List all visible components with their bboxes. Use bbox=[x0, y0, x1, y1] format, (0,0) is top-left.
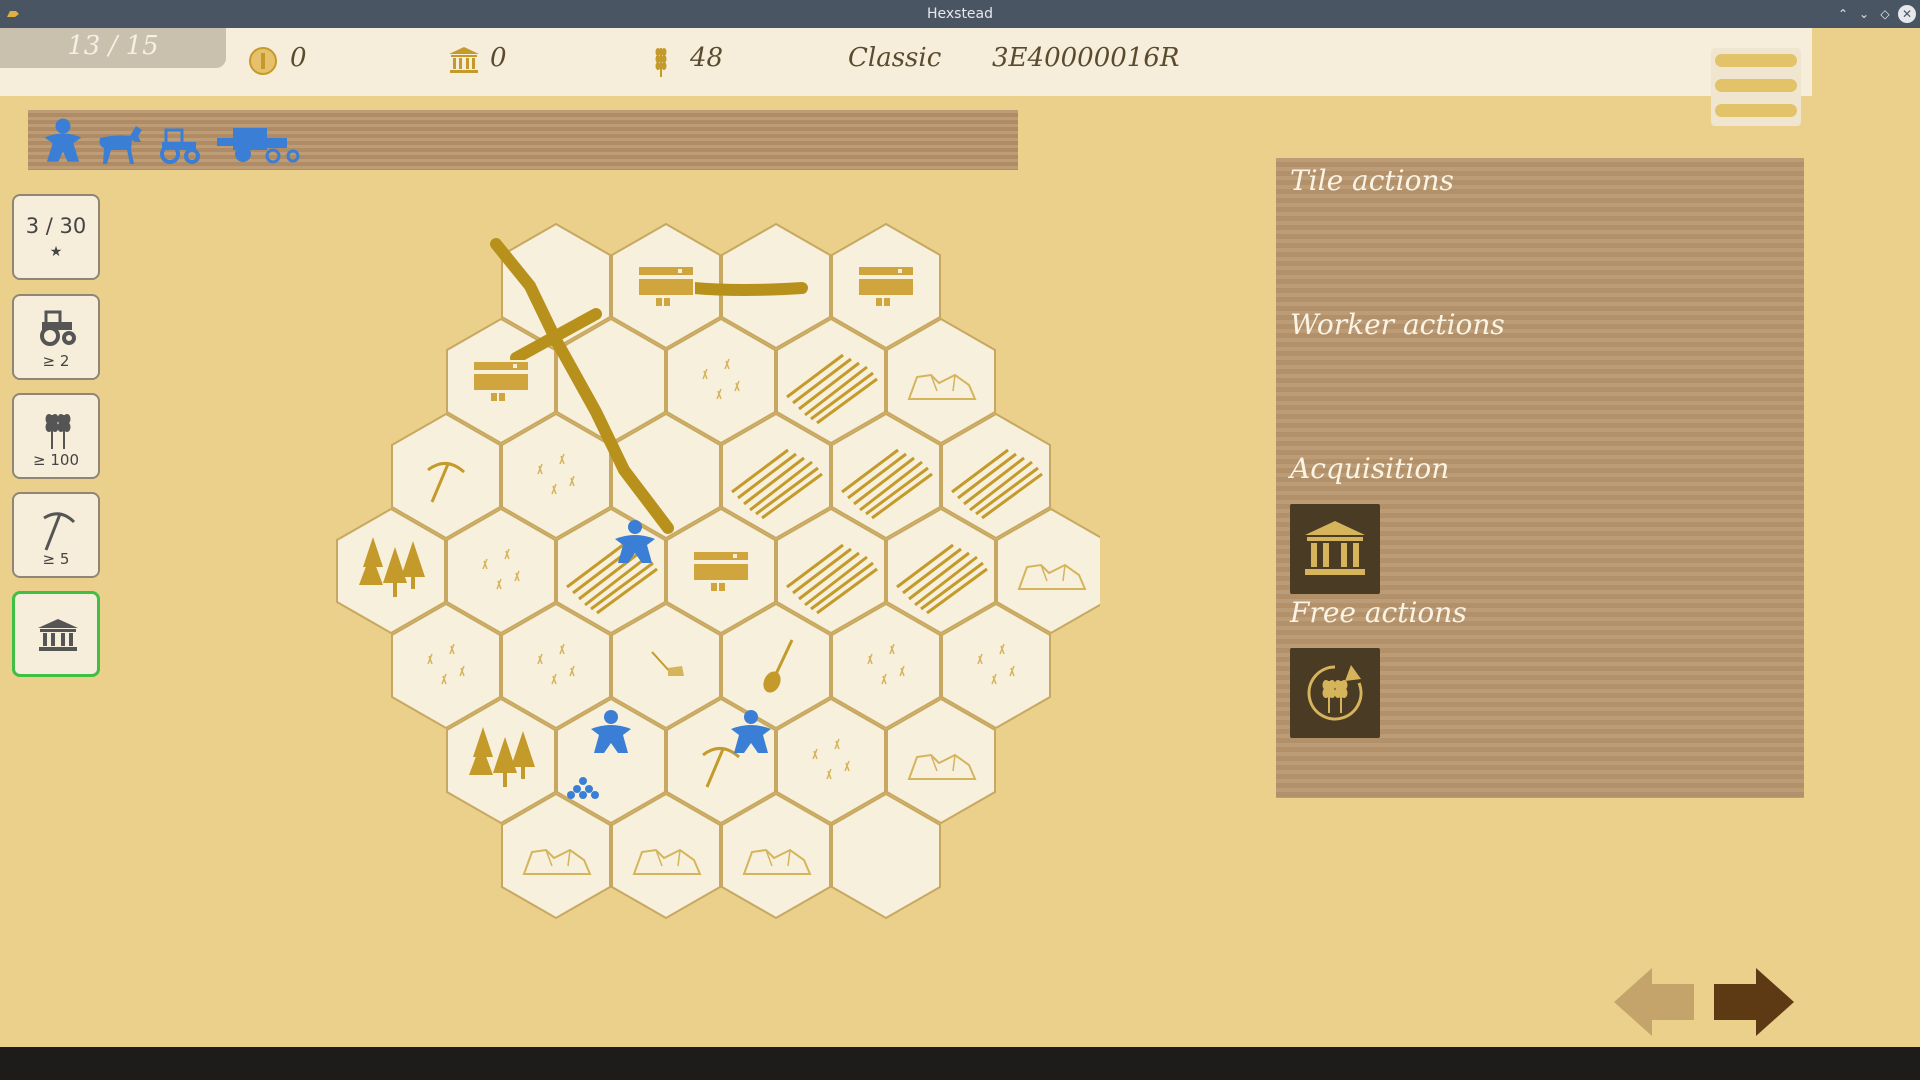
keep-above-icon[interactable]: ⌃ bbox=[1834, 5, 1852, 23]
menu-icon-bar bbox=[1715, 54, 1797, 67]
bottom-bar bbox=[0, 1047, 1920, 1080]
worker-actions-title: Worker actions bbox=[1290, 308, 1505, 341]
close-icon[interactable]: ✕ bbox=[1898, 5, 1916, 23]
free-actions-title: Free actions bbox=[1290, 596, 1467, 629]
prev-arrow-button[interactable] bbox=[1614, 968, 1694, 1036]
menu-icon-bar bbox=[1715, 79, 1797, 92]
tile-actions-title: Tile actions bbox=[1290, 164, 1454, 197]
harvest-cycle-button[interactable] bbox=[1290, 648, 1380, 738]
maximize-icon[interactable]: ◇ bbox=[1876, 5, 1894, 23]
next-arrow-button[interactable] bbox=[1714, 968, 1794, 1036]
menu-button[interactable] bbox=[1711, 48, 1801, 126]
minimize-icon[interactable]: ⌄ bbox=[1855, 5, 1873, 23]
acquire-museum-button[interactable] bbox=[1290, 504, 1380, 594]
acquisition-title: Acquisition bbox=[1290, 452, 1450, 485]
actions-panel: Tile actions Worker actions Acquisition … bbox=[1276, 158, 1804, 798]
hex-board bbox=[336, 223, 1100, 919]
harvest-cycle-icon bbox=[1307, 665, 1363, 721]
menu-icon-bar bbox=[1715, 104, 1797, 117]
museum-icon bbox=[1305, 521, 1365, 575]
